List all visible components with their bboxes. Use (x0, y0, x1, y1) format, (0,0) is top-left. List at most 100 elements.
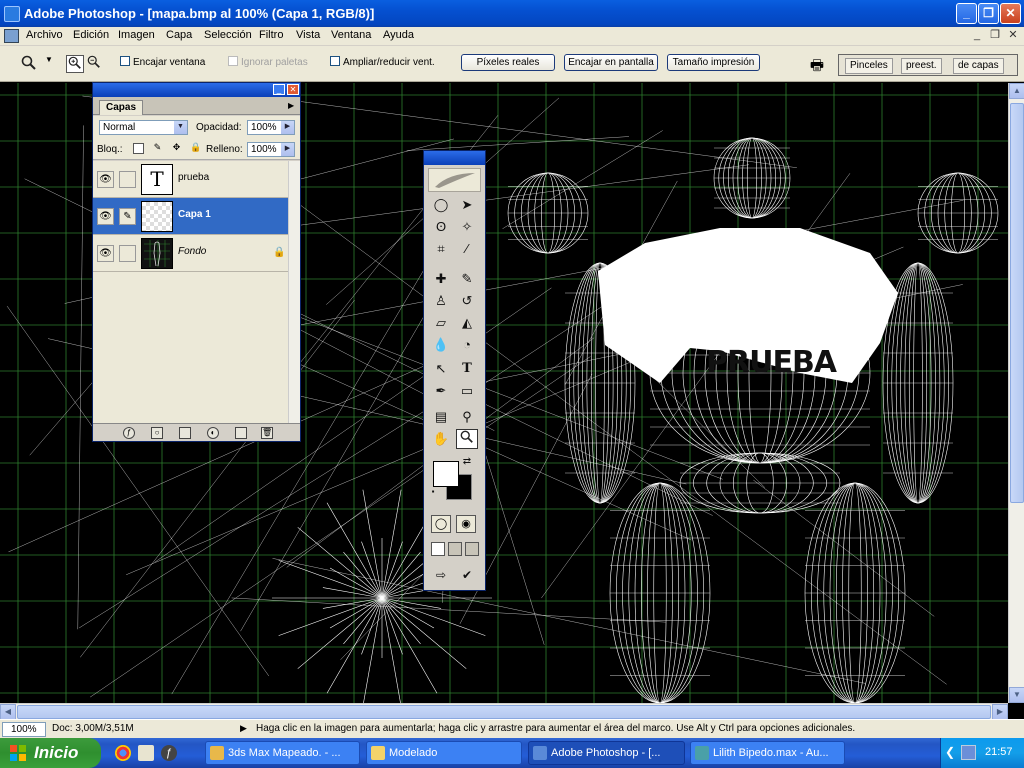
blend-mode-select[interactable]: Normal ▼ (99, 120, 188, 135)
visibility-eye-icon[interactable]: 👁 (97, 245, 114, 262)
healing-icon[interactable]: ✚ (430, 269, 452, 289)
full-screen-menu-icon[interactable] (448, 542, 462, 556)
tab-capas[interactable]: Capas (99, 100, 144, 115)
new-layer-icon[interactable] (235, 427, 247, 439)
horizontal-scroll-thumb[interactable] (17, 705, 991, 719)
foreground-color-swatch[interactable] (433, 461, 459, 487)
layer-row-prueba[interactable]: 👁 T prueba (93, 161, 288, 198)
zoom-out-icon[interactable] (85, 55, 103, 73)
tray-expand-icon[interactable]: ❮ (945, 745, 960, 760)
horizontal-scrollbar[interactable]: ◀ ▶ (0, 703, 1008, 720)
new-group-icon[interactable] (179, 427, 191, 439)
zoom-level-field[interactable]: 100% (2, 722, 46, 737)
task-photoshop[interactable]: Adobe Photoshop - [... (528, 741, 685, 765)
task-3dsmax[interactable]: 3ds Max Mapeado. - ... (205, 741, 360, 765)
add-layer-style-icon[interactable]: ƒ (123, 427, 135, 439)
menu-ventana[interactable]: Ventana (331, 29, 371, 41)
lock-all-icon[interactable]: 🔒 (190, 143, 201, 154)
fit-screen-button[interactable]: Encajar en pantalla (564, 54, 658, 71)
title-bar[interactable]: Adobe Photoshop - [mapa.bmp al 100% (Cap… (0, 0, 1024, 27)
delete-layer-icon[interactable]: 🗑 (261, 427, 273, 439)
palette-tab-layer-comps[interactable]: de capas (953, 58, 1004, 74)
toolbox[interactable]: ◯ ➤ ʘ ✧ ⌗ ⁄ ✚ ✎ ♙ ↺ ▱ ◭ 💧 ◔ ↖ T ✒ ▭ ▤ ⚲ … (423, 150, 486, 591)
zoom-tool-icon[interactable] (20, 55, 38, 73)
fill-field[interactable]: 100% ▶ (247, 142, 295, 157)
chrome-quicklaunch-icon[interactable] (115, 745, 131, 761)
lock-transparent-icon[interactable] (133, 143, 144, 154)
standard-mode-icon[interactable]: ◯ (431, 515, 451, 533)
task-modelado[interactable]: Modelado (366, 741, 522, 765)
flash-quicklaunch-icon[interactable]: ƒ (161, 745, 177, 761)
layer-name[interactable]: Fondo (178, 246, 206, 257)
desktop-quicklaunch-icon[interactable] (138, 745, 154, 761)
scroll-up-arrow[interactable]: ▲ (1009, 83, 1024, 99)
hand-icon[interactable]: ✋ (430, 429, 452, 449)
dodge-icon[interactable]: ◔ (456, 335, 478, 355)
crop-icon[interactable]: ⌗ (430, 239, 452, 259)
type-icon[interactable]: T (456, 359, 478, 379)
palette-tab-presets[interactable]: preest. (901, 58, 942, 74)
zoom-icon[interactable] (456, 429, 478, 449)
brush-link-icon[interactable]: ✎ (119, 208, 136, 225)
doc-minimize-button[interactable]: _ (970, 29, 984, 43)
prueba-text-layer[interactable]: PRUEBA (706, 345, 837, 380)
default-colors-icon[interactable]: ▪ (428, 487, 438, 497)
visibility-eye-icon[interactable]: 👁 (97, 171, 114, 188)
palette-minimize-button[interactable]: _ (273, 84, 285, 95)
link-slot[interactable] (119, 245, 136, 262)
add-mask-icon[interactable]: ○ (151, 427, 163, 439)
quick-mask-icon[interactable]: ◉ (456, 515, 476, 533)
feather-logo-icon[interactable] (428, 168, 481, 192)
palette-close-button[interactable]: ✕ (287, 84, 299, 95)
brush-icon[interactable]: ✎ (456, 269, 478, 289)
menu-imagen[interactable]: Imagen (118, 29, 155, 41)
lock-brush-icon[interactable]: ✎ (152, 143, 163, 154)
swap-colors-icon[interactable]: ⇄ (460, 455, 474, 469)
minimize-button[interactable]: _ (956, 3, 977, 24)
layer-name[interactable]: Capa 1 (178, 209, 211, 220)
zoom-all-windows-checkbox[interactable]: Ampliar/reducir vent. (330, 56, 435, 68)
eraser-icon[interactable]: ▱ (430, 313, 452, 333)
blur-icon[interactable]: 💧 (430, 335, 452, 355)
palette-tab-brushes[interactable]: Pinceles (845, 58, 893, 74)
stamp-icon[interactable]: ♙ (430, 291, 452, 311)
menu-filtro[interactable]: Filtro (259, 29, 283, 41)
close-button[interactable]: ✕ (1000, 3, 1021, 24)
toolbox-titlebar[interactable] (424, 151, 485, 165)
menu-seleccion[interactable]: Selección (204, 29, 252, 41)
path-select-icon[interactable]: ↖ (430, 359, 452, 379)
scroll-left-arrow[interactable]: ◀ (0, 704, 16, 720)
marquee-icon[interactable]: ◯ (430, 195, 452, 215)
vertical-scroll-thumb[interactable] (1010, 103, 1024, 503)
actual-pixels-button[interactable]: Píxeles reales (461, 54, 555, 71)
lasso-icon[interactable]: ʘ (430, 217, 452, 237)
print-size-button[interactable]: Tamaño impresión (667, 54, 760, 71)
zoom-in-icon[interactable] (66, 55, 84, 73)
document-icon[interactable] (4, 29, 19, 43)
doc-restore-button[interactable]: ❐ (988, 29, 1002, 43)
scroll-right-arrow[interactable]: ▶ (992, 704, 1008, 720)
layer-name[interactable]: prueba (178, 172, 209, 183)
menu-capa[interactable]: Capa (166, 29, 192, 41)
photoshop-app-icon[interactable] (4, 6, 20, 22)
layers-palette-titlebar[interactable]: _ ✕ (93, 83, 300, 97)
layers-palette[interactable]: _ ✕ Capas ▶ Normal ▼ Opacidad: 100% ▶ Bloq… (92, 82, 301, 442)
visibility-eye-icon[interactable]: 👁 (97, 208, 114, 225)
magic-wand-icon[interactable]: ✧ (456, 217, 478, 237)
doc-close-button[interactable]: ✕ (1006, 29, 1020, 43)
vertical-scrollbar[interactable]: ▲ ▼ (1008, 83, 1024, 703)
history-brush-icon[interactable]: ↺ (456, 291, 478, 311)
palette-menu-icon[interactable]: ▶ (288, 101, 294, 110)
jump-to-icon[interactable]: ✔ (456, 565, 478, 585)
menu-ayuda[interactable]: Ayuda (383, 29, 414, 41)
menu-vista[interactable]: Vista (296, 29, 320, 41)
lock-move-icon[interactable]: ✥ (171, 143, 182, 154)
menu-edicion[interactable]: Edición (73, 29, 109, 41)
scroll-down-arrow[interactable]: ▼ (1009, 687, 1024, 703)
full-screen-icon[interactable] (465, 542, 479, 556)
adjustment-layer-icon[interactable]: ◐ (207, 427, 219, 439)
opacity-field[interactable]: 100% ▶ (247, 120, 295, 135)
start-button[interactable]: Inicio (0, 738, 101, 768)
standard-screen-icon[interactable] (431, 542, 445, 556)
tool-preset-dropdown-icon[interactable]: ▼ (40, 55, 58, 73)
